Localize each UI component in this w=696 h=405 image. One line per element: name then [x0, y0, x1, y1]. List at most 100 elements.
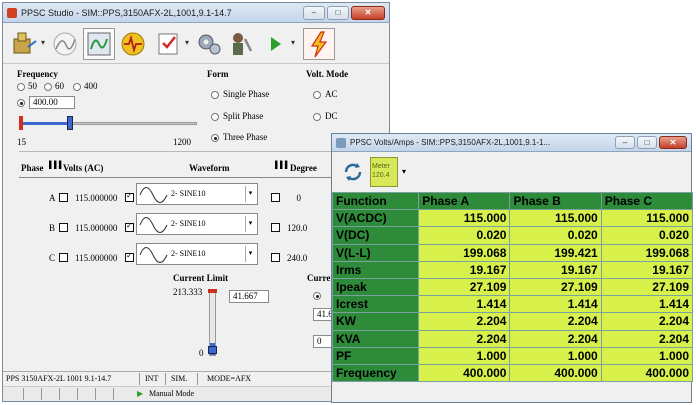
- phase-c-cell: 1.414: [600, 295, 694, 314]
- form-split-phase-radio[interactable]: [211, 113, 219, 121]
- frequency-input[interactable]: 400.00: [29, 96, 75, 109]
- phase-c-waveform-dropdown-icon[interactable]: ▾: [245, 246, 255, 262]
- va-minimize-button[interactable]: –: [615, 136, 635, 149]
- phase-c-cell: 27.109: [600, 277, 694, 297]
- va-titlebar[interactable]: PPSC Volts/Amps - SIM::PPS,3150AFX-2L,10…: [332, 134, 691, 152]
- table-row: KVA 2.204 2.204 2.204: [331, 329, 694, 348]
- phase-c-label: C: [49, 253, 56, 263]
- volt-mode-ac-radio[interactable]: [313, 91, 321, 99]
- maximize-button[interactable]: □: [327, 6, 349, 20]
- table-row: PF 1.000 1.000 1.000: [331, 346, 694, 365]
- run-play-icon[interactable]: [259, 28, 291, 60]
- phase-c-volts[interactable]: 115.000000: [75, 253, 117, 263]
- current-right-field1[interactable]: 41.6: [313, 308, 333, 321]
- phase-b-degree-checkbox[interactable]: [271, 223, 280, 232]
- phase-b-volts-checkbox[interactable]: [125, 221, 134, 232]
- phase-b-waveform-select[interactable]: 2- SINE10 ▾: [136, 213, 258, 235]
- status-separator: [197, 373, 198, 385]
- phase-b-enable-checkbox[interactable]: [59, 223, 68, 232]
- phase-b-waveform-dropdown-icon[interactable]: ▾: [245, 216, 255, 232]
- main-titlebar[interactable]: PPSC Studio - SIM::PPS,3150AFX-2L,1001,9…: [3, 3, 389, 23]
- current-limit-scale-bottom: 0: [199, 348, 204, 358]
- phase-b-volts[interactable]: 115.000000: [75, 223, 117, 233]
- checklist-icon[interactable]: [153, 28, 185, 60]
- current-limit-slider-thumb[interactable]: [208, 346, 217, 354]
- col-header-degree: Degree: [290, 163, 317, 173]
- phase-a-volts-checkbox[interactable]: [125, 191, 134, 202]
- table-row: V(ACDC) 115.000 115.000 115.000: [331, 209, 694, 228]
- output-lightning-icon[interactable]: [303, 28, 335, 60]
- freq-400-label: 400: [84, 81, 98, 91]
- status-separator: [165, 373, 166, 385]
- phase-b-cell: 2.204: [509, 312, 602, 331]
- phase-a-enable-checkbox[interactable]: [59, 193, 68, 202]
- main-window-title: PPSC Studio - SIM::PPS,3150AFX-2L,1001,9…: [21, 8, 232, 18]
- current-right-radio[interactable]: [313, 292, 321, 300]
- volts-amps-window: PPSC Volts/Amps - SIM::PPS,3150AFX-2L,10…: [331, 133, 694, 403]
- waveform-graph-icon[interactable]: [49, 28, 81, 60]
- status-separator: [95, 388, 96, 400]
- status-interface: INT: [145, 374, 159, 383]
- freq-custom-radio[interactable]: [17, 99, 25, 107]
- refresh-icon[interactable]: [340, 159, 366, 185]
- va-maximize-button[interactable]: □: [637, 136, 657, 149]
- run-dropdown-icon[interactable]: ▾: [291, 38, 295, 47]
- frequency-slider-thumb[interactable]: [67, 116, 73, 130]
- phase-a-volts[interactable]: 115.000000: [75, 193, 117, 203]
- minimize-button[interactable]: –: [303, 6, 325, 20]
- current-limit-input[interactable]: 41.667: [229, 290, 269, 303]
- function-cell: V(ACDC): [331, 209, 420, 228]
- phase-a-waveform-dropdown-icon[interactable]: ▾: [245, 186, 255, 202]
- form-split-phase-label: Split Phase: [223, 111, 264, 121]
- phase-a-degree-checkbox[interactable]: [271, 193, 280, 202]
- checklist-dropdown-icon[interactable]: ▾: [185, 38, 189, 47]
- power-dropdown-icon[interactable]: ▾: [41, 38, 45, 47]
- col-header-volts: Volts (AC): [63, 163, 104, 173]
- meter-button[interactable]: Meter 120.4: [370, 157, 398, 187]
- user-tools-icon[interactable]: [225, 28, 257, 60]
- current-right-field2[interactable]: 0: [313, 335, 333, 348]
- close-button[interactable]: ✕: [351, 6, 385, 20]
- settings-gears-icon[interactable]: [193, 28, 225, 60]
- freq-400-radio[interactable]: [73, 83, 81, 91]
- volt-mode-dc-radio[interactable]: [313, 113, 321, 121]
- power-source-icon[interactable]: [9, 28, 41, 60]
- current-limit-scale-top: 213.333: [173, 287, 203, 297]
- form-three-phase-radio[interactable]: [211, 134, 219, 142]
- phase-c-degree-checkbox[interactable]: [271, 253, 280, 262]
- status-separator: [139, 373, 140, 385]
- phase-a-waveform-label: 2- SINE10: [171, 189, 206, 198]
- phase-c-cell: 0.020: [600, 226, 694, 245]
- phase-c-cell: 1.000: [600, 346, 694, 365]
- phase-a-waveform-select[interactable]: 2- SINE10 ▾: [136, 183, 258, 205]
- freq-50-radio[interactable]: [17, 83, 25, 91]
- phase-a-cell: 199.068: [418, 243, 511, 262]
- frequency-heading: Frequency: [17, 69, 58, 79]
- freq-50-label: 50: [28, 81, 37, 91]
- phase-c-enable-checkbox[interactable]: [59, 253, 68, 262]
- form-three-phase-label: Three Phase: [223, 132, 268, 142]
- col-header-phase: Phase: [21, 163, 44, 173]
- phase-a-cell: 0.020: [418, 226, 511, 245]
- phase-b-cell: 115.000: [509, 209, 602, 228]
- function-cell: KW: [331, 312, 420, 331]
- phase-a-degree[interactable]: 0: [287, 193, 302, 203]
- status-mode: MODE=AFX: [207, 374, 252, 383]
- volt-mode-heading: Volt. Mode: [306, 69, 349, 79]
- function-cell: KVA: [331, 329, 420, 348]
- va-window-title: PPSC Volts/Amps - SIM::PPS,3150AFX-2L,10…: [350, 138, 551, 147]
- phase-c-volts-checkbox[interactable]: [125, 251, 134, 262]
- phase-c-degree[interactable]: 240.0: [287, 253, 313, 263]
- va-close-button[interactable]: ✕: [659, 136, 687, 149]
- phase-b-cell: 19.167: [509, 260, 602, 279]
- function-cell: V(L-L): [331, 243, 420, 262]
- sine-wave-icon: [139, 247, 168, 263]
- meter-dropdown-icon[interactable]: ▾: [402, 167, 406, 176]
- form-single-phase-radio[interactable]: [211, 91, 219, 99]
- pulse-icon[interactable]: [117, 28, 149, 60]
- freq-60-radio[interactable]: [44, 83, 52, 91]
- scope-icon[interactable]: [83, 28, 115, 60]
- phase-c-waveform-select[interactable]: 2- SINE10 ▾: [136, 243, 258, 265]
- phase-a-cell: 115.000: [418, 209, 511, 228]
- phase-b-degree[interactable]: 120.0: [287, 223, 313, 233]
